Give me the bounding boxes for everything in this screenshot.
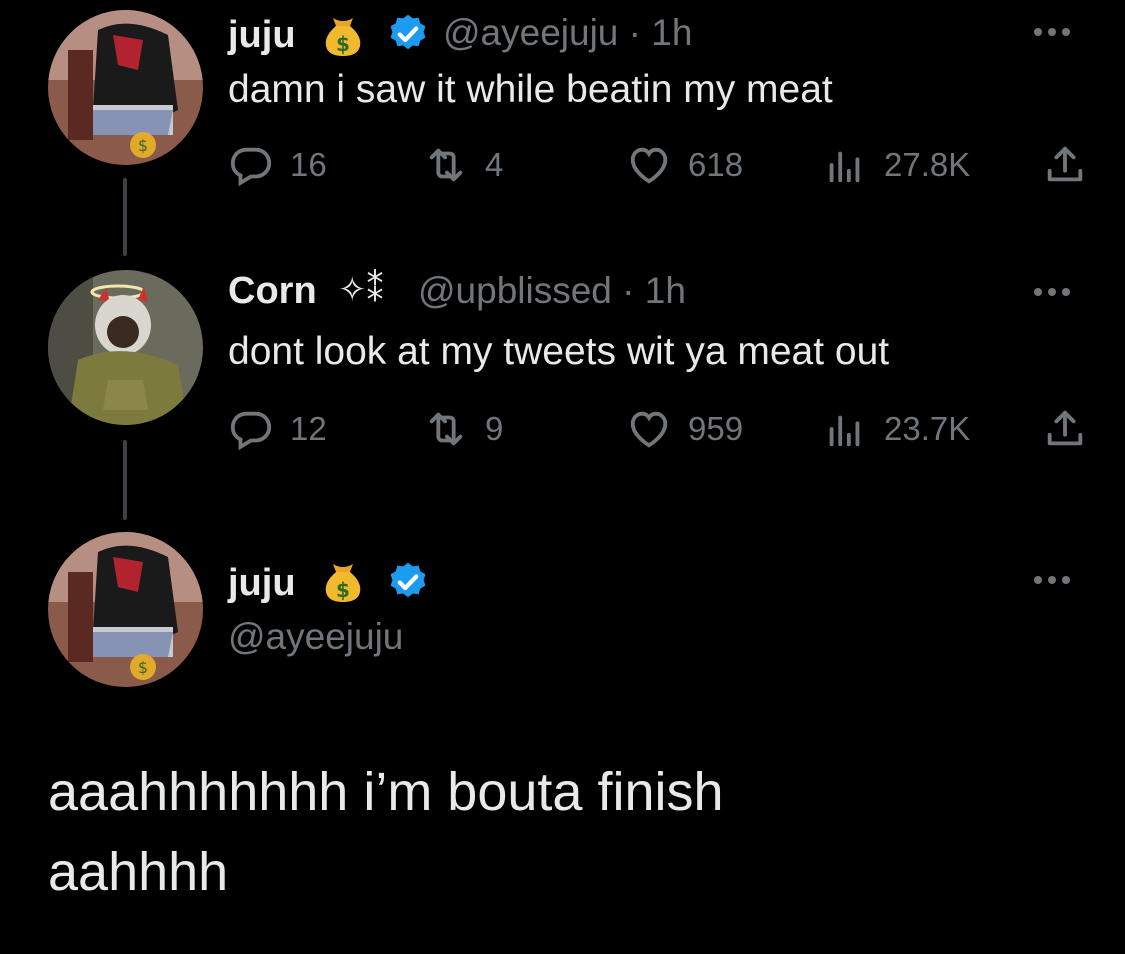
- retweet-button[interactable]: 4: [423, 140, 503, 190]
- like-icon: [630, 411, 668, 448]
- action-bar: 12 9 959 23.7K: [228, 404, 1088, 454]
- main-tweet-text: aaahhhhhhh i’m bouta finish aahhhh: [48, 752, 724, 912]
- money-bag-icon: $: [318, 556, 368, 611]
- svg-text:$: $: [336, 32, 350, 56]
- main-tweet-line-2: aahhhh: [48, 842, 229, 902]
- main-tweet-line-1: aaahhhhhhh i’m bouta finish: [48, 762, 724, 822]
- display-name[interactable]: Corn: [228, 270, 317, 313]
- reply-icon: [230, 147, 272, 187]
- share-icon: [1047, 410, 1083, 446]
- svg-text:$: $: [336, 578, 350, 602]
- more-icon[interactable]: [1030, 282, 1075, 302]
- verified-icon: [386, 12, 430, 61]
- reply-button[interactable]: 16: [228, 140, 327, 190]
- svg-text:$: $: [138, 136, 148, 155]
- more-icon[interactable]: [1030, 22, 1075, 42]
- like-count: 959: [688, 410, 744, 447]
- handle-time[interactable]: @upblissed · 1h: [418, 270, 686, 312]
- name-symbols: ✧⁑: [338, 271, 384, 309]
- more-icon[interactable]: [1030, 570, 1075, 590]
- share-button[interactable]: [1042, 404, 1088, 454]
- handle[interactable]: @ayeejuju: [228, 616, 403, 658]
- like-count: 618: [688, 146, 744, 183]
- display-name[interactable]: juju: [228, 14, 296, 57]
- display-name[interactable]: juju: [228, 562, 296, 605]
- avatar-corn[interactable]: [48, 270, 203, 425]
- retweet-icon: [429, 412, 463, 446]
- share-button[interactable]: [1042, 140, 1088, 190]
- like-icon: [630, 147, 668, 184]
- thread-line: [123, 178, 127, 256]
- retweet-button[interactable]: 9: [423, 404, 503, 454]
- reply-button[interactable]: 12: [228, 404, 327, 454]
- view-count: 27.8K: [884, 146, 971, 183]
- avatar-juju[interactable]: $: [48, 532, 203, 687]
- thread-line: [123, 440, 127, 520]
- share-icon: [1047, 146, 1083, 182]
- retweet-count: 9: [485, 410, 504, 447]
- like-button[interactable]: 618: [626, 140, 743, 190]
- handle-time[interactable]: @ayeejuju · 1h: [443, 12, 692, 54]
- tweet-text: dont look at my tweets wit ya meat out: [228, 330, 890, 373]
- views-button[interactable]: 27.8K: [822, 140, 970, 190]
- verified-icon: [386, 560, 430, 609]
- like-button[interactable]: 959: [626, 404, 743, 454]
- reply-count: 16: [290, 146, 327, 183]
- money-bag-icon: $: [318, 10, 368, 65]
- views-icon: [829, 151, 860, 183]
- reply-icon: [230, 411, 272, 451]
- tweet-text: damn i saw it while beatin my meat: [228, 68, 833, 111]
- avatar-juju[interactable]: $: [48, 10, 203, 165]
- views-button[interactable]: 23.7K: [822, 404, 970, 454]
- action-bar: 16 4 618 27.8K: [228, 140, 1088, 190]
- views-icon: [829, 415, 860, 447]
- retweet-icon: [429, 148, 463, 182]
- view-count: 23.7K: [884, 410, 971, 447]
- retweet-count: 4: [485, 146, 504, 183]
- svg-text:$: $: [138, 658, 148, 677]
- reply-count: 12: [290, 410, 327, 447]
